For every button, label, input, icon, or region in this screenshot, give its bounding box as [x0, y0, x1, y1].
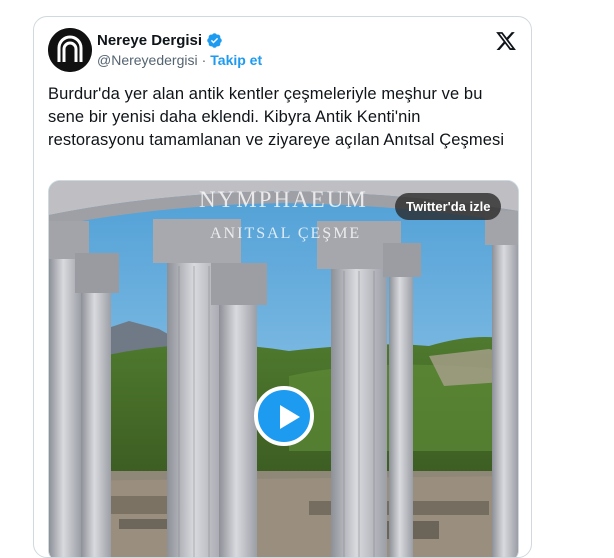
- play-icon[interactable]: [254, 386, 314, 446]
- video-media[interactable]: NYMPHAEUM ANITSAL ÇEŞME Twitter'da izle: [48, 180, 519, 557]
- x-logo-icon[interactable]: [495, 30, 517, 52]
- nereye-logo-icon: [48, 28, 92, 72]
- embedded-tweet-card[interactable]: Nereye Dergisi @Nereyedergisi · Takip et…: [33, 16, 532, 558]
- display-name[interactable]: Nereye Dergisi: [97, 32, 202, 49]
- handle-row: @Nereyedergisi · Takip et: [97, 52, 262, 68]
- handle[interactable]: @Nereyedergisi: [97, 52, 198, 68]
- separator-dot: ·: [201, 52, 207, 68]
- author-name-row: Nereye Dergisi: [97, 32, 223, 49]
- tweet-text: Burdur'da yer alan antik kentler çeşmele…: [48, 85, 505, 149]
- verified-badge-icon: [207, 33, 222, 48]
- video-overlay-title: NYMPHAEUM: [199, 187, 368, 212]
- avatar[interactable]: [48, 28, 92, 72]
- video-overlay-subtitle: ANITSAL ÇEŞME: [210, 225, 362, 242]
- follow-button[interactable]: Takip et: [210, 52, 262, 68]
- watch-on-twitter-button[interactable]: Twitter'da izle: [395, 193, 502, 220]
